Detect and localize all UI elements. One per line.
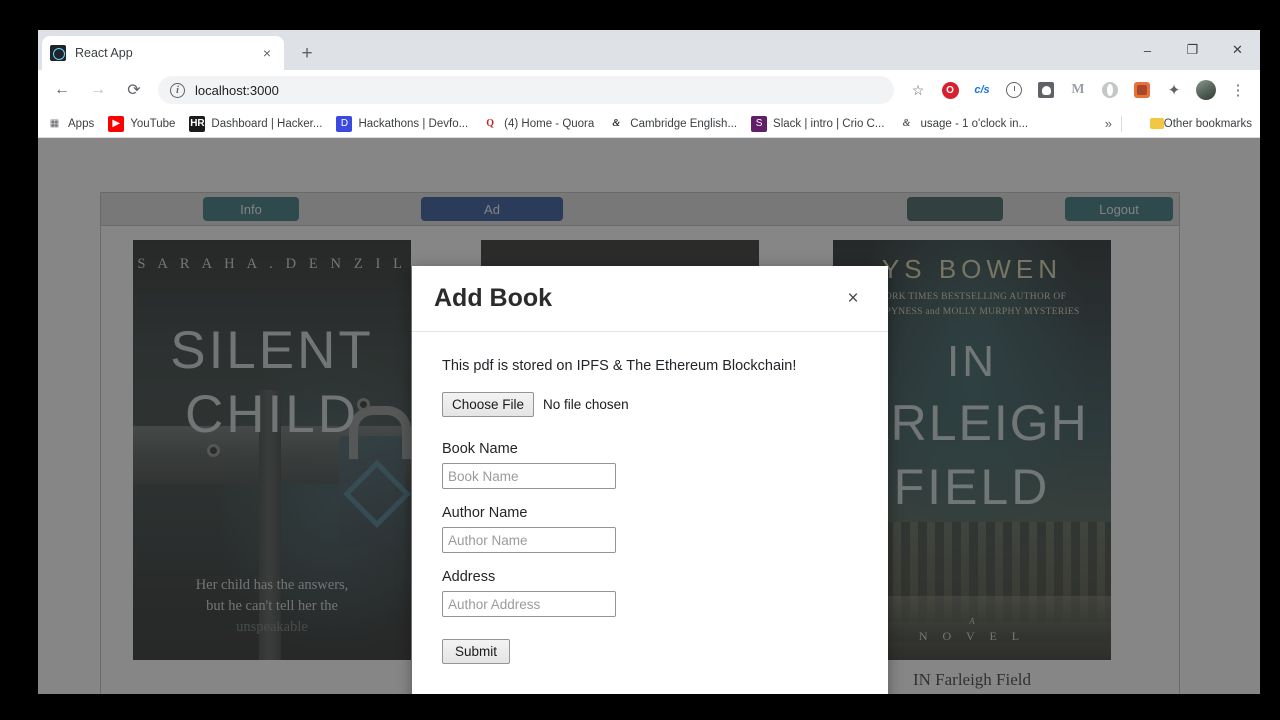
author-name-input[interactable] <box>442 527 616 553</box>
address-input[interactable] <box>442 591 616 617</box>
react-logo-icon <box>50 45 66 61</box>
bookmark-slack[interactable]: S Slack | intro | Crio C... <box>751 115 885 132</box>
author-name-field-group: Author Name <box>442 505 858 553</box>
window-maximize-button[interactable]: ❐ <box>1170 30 1215 70</box>
bookmark-label: Slack | intro | Crio C... <box>773 117 885 130</box>
window-controls: – ❐ ✕ <box>1125 30 1260 70</box>
other-bookmarks-button[interactable]: Other bookmarks <box>1149 117 1252 130</box>
folder-icon <box>1149 118 1164 129</box>
puzzle-extensions-icon[interactable]: ✦ <box>1161 77 1187 103</box>
youtube-icon: ▶ <box>108 115 125 132</box>
browser-tab[interactable]: React App × <box>42 36 284 70</box>
author-name-label: Author Name <box>442 505 528 521</box>
bookmark-label: Hackathons | Devfo... <box>358 117 469 130</box>
other-bookmarks-label: Other bookmarks <box>1163 117 1252 130</box>
bookmark-label: usage - 1 o'clock in... <box>920 117 1029 130</box>
browser-toolbar: ← → ⟳ i localhost:3000 ☆ O c/s M ✦ ⋮ <box>38 70 1260 110</box>
browser-window: React App × + – ❐ ✕ ← → ⟳ i localhost:30… <box>38 30 1260 694</box>
bookmark-quora[interactable]: Q (4) Home - Quora <box>482 116 594 132</box>
bookmark-devfolio[interactable]: D Hackathons | Devfo... <box>336 115 469 132</box>
bookmark-usage[interactable]: & usage - 1 o'clock in... <box>898 116 1029 132</box>
bookmarks-bar: ▦ Apps ▶ YouTube HR Dashboard | Hacker..… <box>38 110 1260 138</box>
clock-extension-icon[interactable] <box>1001 77 1027 103</box>
page-viewport: Info Ad Logout S A R A H A <box>38 138 1260 694</box>
grey-circle-extension-icon[interactable] <box>1097 77 1123 103</box>
book-name-input[interactable] <box>442 463 616 489</box>
bookmark-label: Apps <box>68 117 95 130</box>
avatar[interactable] <box>1193 77 1219 103</box>
bookmark-label: YouTube <box>130 117 176 130</box>
bookmark-cambridge[interactable]: & Cambridge English... <box>608 116 737 132</box>
tab-title: React App <box>75 46 133 60</box>
chrome-menu-icon[interactable]: ⋮ <box>1225 77 1251 103</box>
bookmark-label: Cambridge English... <box>630 117 738 130</box>
opera-extension-icon[interactable]: O <box>937 77 963 103</box>
ipfs-note: This pdf is stored on IPFS & The Ethereu… <box>442 358 797 374</box>
quora-icon: Q <box>486 118 495 129</box>
bookmark-hackerrank[interactable]: HR Dashboard | Hacker... <box>189 115 323 132</box>
gmail-extension-icon[interactable]: M <box>1065 77 1091 103</box>
back-icon[interactable]: ← <box>47 75 77 105</box>
screen: React App × + – ❐ ✕ ← → ⟳ i localhost:30… <box>0 0 1280 720</box>
orange-box-extension-icon[interactable] <box>1129 77 1155 103</box>
reload-icon[interactable]: ⟳ <box>119 75 149 105</box>
devfolio-icon: D <box>336 115 353 132</box>
book-name-field-group: Book Name <box>442 441 858 489</box>
address-label: Address <box>442 569 496 585</box>
window-minimize-button[interactable]: – <box>1125 30 1170 70</box>
address-bar-url: localhost:3000 <box>195 82 279 98</box>
modal-title: Add Book <box>434 284 553 312</box>
close-icon[interactable]: × <box>840 288 866 310</box>
bookmarks-separator <box>1121 115 1122 132</box>
bookmark-label: Dashboard | Hacker... <box>211 117 323 130</box>
bookmark-youtube[interactable]: ▶ YouTube <box>108 115 176 132</box>
address-field-group: Address <box>442 569 858 617</box>
window-close-button[interactable]: ✕ <box>1215 30 1260 70</box>
ampersand-icon: & <box>902 118 911 129</box>
address-bar[interactable]: i localhost:3000 <box>158 76 894 104</box>
site-info-icon[interactable]: i <box>170 82 185 98</box>
apps-grid-icon: ▦ <box>49 117 59 129</box>
book-name-label: Book Name <box>442 441 518 457</box>
choose-file-button[interactable]: Choose File <box>442 392 535 417</box>
modal-header: Add Book × <box>412 266 888 332</box>
bookmarks-overflow-icon[interactable]: » <box>1105 116 1112 131</box>
bookmark-star-icon[interactable]: ☆ <box>905 77 931 103</box>
hackerrank-icon: HR <box>189 115 206 132</box>
file-status-label: No file chosen <box>543 397 629 412</box>
pocket-extension-icon[interactable] <box>1033 77 1059 103</box>
forward-icon[interactable]: → <box>83 75 113 105</box>
cambridge-icon: & <box>612 118 621 129</box>
slack-icon: S <box>751 115 768 132</box>
bookmark-apps[interactable]: ▦ Apps <box>46 116 94 132</box>
file-picker-row[interactable]: Choose File No file chosen <box>442 392 858 417</box>
new-tab-button[interactable]: + <box>294 41 320 67</box>
add-book-modal: Add Book × This pdf is stored on IPFS & … <box>412 266 888 694</box>
tab-strip: React App × + – ❐ ✕ <box>38 30 1260 70</box>
submit-button[interactable]: Submit <box>442 639 511 664</box>
bookmark-label: (4) Home - Quora <box>504 117 595 130</box>
tab-close-icon[interactable]: × <box>258 44 276 62</box>
cjs-extension-icon[interactable]: c/s <box>969 77 995 103</box>
modal-body: This pdf is stored on IPFS & The Ethereu… <box>412 332 888 694</box>
